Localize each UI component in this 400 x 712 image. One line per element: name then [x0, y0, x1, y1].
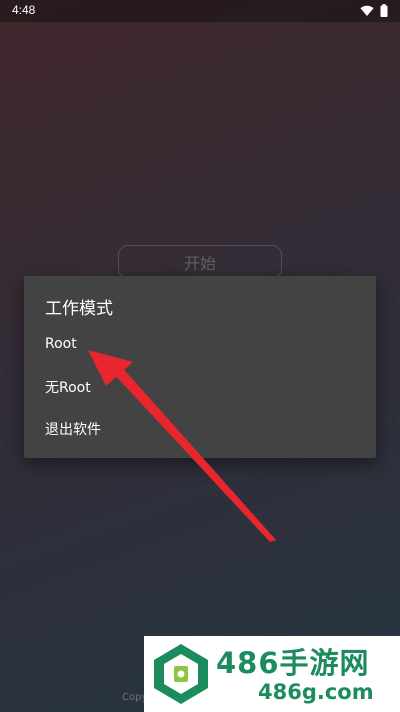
- menu-item-exit[interactable]: 退出软件: [24, 409, 376, 449]
- menu-item-root[interactable]: Root: [24, 324, 376, 364]
- menu-item-no-root[interactable]: 无Root: [24, 367, 376, 407]
- menu-item-label: 退出软件: [45, 422, 101, 438]
- watermark-badge: 486手游网 486g.com: [144, 636, 400, 712]
- status-icons: [360, 4, 388, 17]
- menu-item-label: Root: [45, 336, 77, 352]
- site-logo-icon: [154, 644, 208, 704]
- wifi-icon: [360, 5, 374, 16]
- watermark-subtitle: 486g.com: [258, 680, 374, 704]
- work-mode-dialog: 工作模式 Root 无Root 退出软件: [24, 276, 376, 458]
- menu-item-label: 无Root: [45, 380, 91, 396]
- watermark-title: 486手游网: [216, 646, 370, 680]
- battery-icon: [380, 4, 388, 17]
- dialog-title: 工作模式: [45, 299, 113, 319]
- status-time: 4:48: [12, 3, 36, 17]
- status-bar: 4:48: [0, 0, 400, 22]
